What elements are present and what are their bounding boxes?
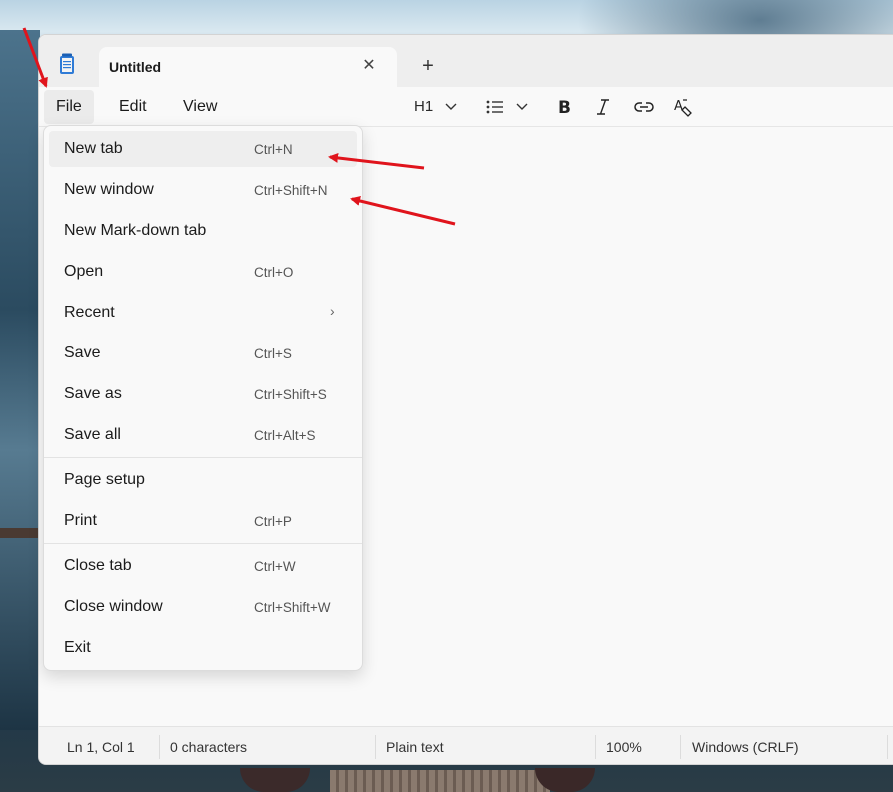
menu-item-recent[interactable]: Recent › [49,295,357,331]
menu-item-save-as[interactable]: Save as Ctrl+Shift+S [49,376,357,412]
chevron-right-icon: › [330,303,335,319]
menu-item-shortcut: Ctrl+W [254,559,296,574]
line-ending[interactable]: Windows (CRLF) [692,739,799,755]
menu-item-shortcut: Ctrl+O [254,265,294,280]
menu-file[interactable]: File [44,90,94,124]
zoom-level[interactable]: 100% [606,739,642,755]
pier-scenery [0,528,40,538]
menu-item-close-tab[interactable]: Close tab Ctrl+W [49,548,357,584]
menu-item-print[interactable]: Print Ctrl+P [49,503,357,539]
status-divider [595,735,596,759]
bulleted-list-icon[interactable] [485,95,505,119]
menu-separator [44,543,362,544]
heading-label: H1 [414,98,434,115]
menu-item-label: Page setup [64,471,145,488]
menu-bar: File Edit View H1 B A [39,87,893,127]
heading-dropdown[interactable]: H1 [414,95,433,119]
menu-item-new-tab[interactable]: New tab Ctrl+N [49,131,357,167]
menu-item-label: Save [64,344,101,361]
menu-item-exit[interactable]: Exit [49,630,357,666]
menu-item-label: Save as [64,385,122,402]
menu-item-label: Exit [64,639,91,656]
menu-item-label: New window [64,181,154,198]
character-count: 0 characters [170,739,248,755]
menu-item-shortcut: Ctrl+Shift+S [254,387,327,402]
menu-item-label: New Mark-down tab [64,222,207,239]
menu-item-save[interactable]: Save Ctrl+S [49,335,357,371]
menu-item-label: Print [64,512,97,529]
status-bar: Ln 1, Col 1 0 characters Plain text 100%… [39,726,893,764]
svg-text:B: B [558,98,571,118]
link-icon[interactable] [633,95,655,119]
menu-item-shortcut: Ctrl+Shift+W [254,600,331,615]
chevron-down-icon[interactable] [515,95,529,124]
file-format[interactable]: Plain text [386,739,444,755]
new-tab-button[interactable]: + [417,55,439,77]
italic-icon[interactable] [594,95,612,119]
status-divider [887,735,888,759]
bold-icon[interactable]: B [555,95,573,119]
menu-item-shortcut: Ctrl+N [254,142,293,157]
status-divider [159,735,160,759]
menu-item-open[interactable]: Open Ctrl+O [49,254,357,290]
menu-view[interactable]: View [171,90,229,124]
boat-scenery [240,768,310,792]
tab-title: Untitled [109,59,162,75]
menu-item-label: Open [64,263,104,280]
chevron-down-icon[interactable] [444,95,458,124]
menu-item-label: Close window [64,598,163,615]
menu-item-new-markdown-tab[interactable]: New Mark-down tab [49,213,357,249]
notepad-app-icon [59,53,75,75]
menu-item-shortcut: Ctrl+P [254,514,292,529]
menu-item-page-setup[interactable]: Page setup [49,462,357,498]
menu-item-label: Save all [64,426,121,443]
mountain-scenery [0,30,40,730]
file-menu-dropdown: New tab Ctrl+N New window Ctrl+Shift+N N… [43,125,363,671]
cursor-position: Ln 1, Col 1 [67,739,135,755]
menu-item-label: Recent [64,304,115,321]
menu-item-close-window[interactable]: Close window Ctrl+Shift+W [49,589,357,625]
menu-item-label: New tab [64,140,123,157]
menu-item-shortcut: Ctrl+S [254,346,292,361]
svg-text:A: A [674,99,683,114]
menu-item-save-all[interactable]: Save all Ctrl+Alt+S [49,417,357,453]
title-bar: Untitled ✕ + [39,35,893,87]
menu-edit[interactable]: Edit [107,90,159,124]
status-divider [375,735,376,759]
menu-item-label: Close tab [64,557,132,574]
status-divider [680,735,681,759]
menu-item-new-window[interactable]: New window Ctrl+Shift+N [49,172,357,208]
close-tab-icon[interactable]: ✕ [359,56,379,76]
dock-scenery [330,770,550,792]
tab-untitled[interactable]: Untitled ✕ [99,47,397,87]
clear-formatting-icon[interactable]: A [673,95,695,119]
menu-separator [44,457,362,458]
menu-item-shortcut: Ctrl+Shift+N [254,183,328,198]
menu-item-shortcut: Ctrl+Alt+S [254,428,316,443]
